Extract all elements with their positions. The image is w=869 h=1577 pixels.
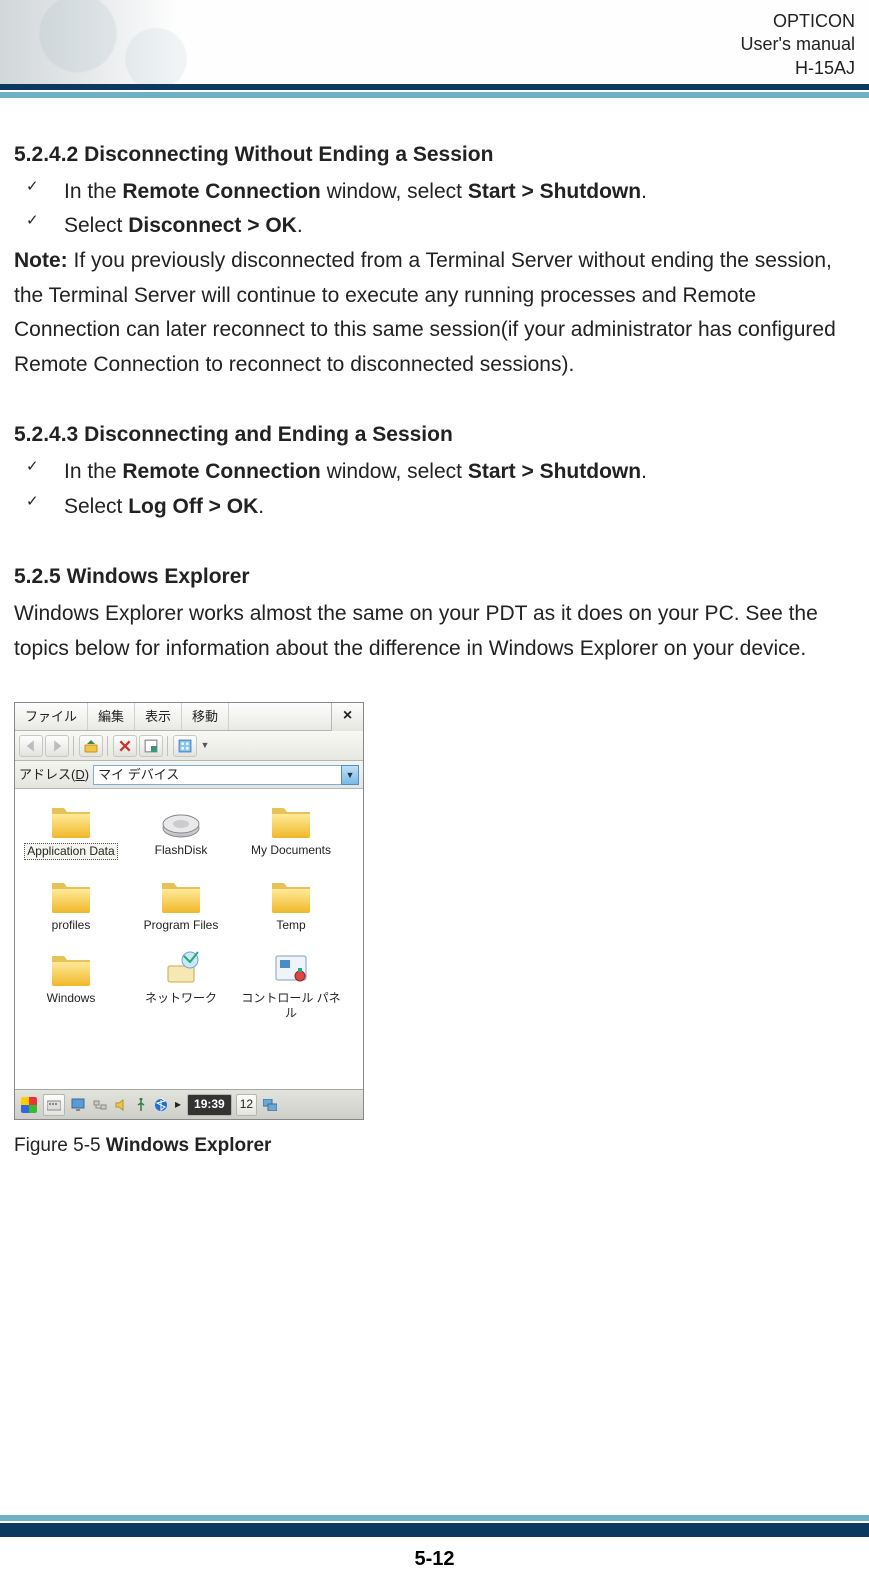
item-profiles[interactable]: profiles [21, 874, 121, 933]
header-texture [0, 0, 260, 84]
tray-desktop-icon[interactable] [261, 1094, 279, 1116]
item-windows[interactable]: Windows [21, 947, 121, 1021]
section-number: 5.2.5 [14, 565, 61, 588]
delete-button[interactable] [113, 735, 137, 757]
section-title: Disconnecting and Ending a Session [84, 423, 453, 446]
tray-network-icon[interactable] [91, 1094, 109, 1116]
section-number: 5.2.4.2 [14, 143, 78, 166]
item-application-data[interactable]: Application Data [21, 799, 121, 860]
menu-view[interactable]: 表示 [135, 703, 182, 730]
brand: OPTICON [741, 10, 855, 33]
section-5-2-5-heading: 5.2.5 Windows Explorer [14, 560, 855, 595]
properties-button[interactable] [139, 735, 163, 757]
windows-logo-icon [21, 1097, 37, 1113]
tray-arrow-icon[interactable]: ▸ [173, 1094, 183, 1116]
up-button[interactable] [79, 735, 103, 757]
figure-caption: Figure 5-5 Windows Explorer [14, 1130, 855, 1161]
menu-file[interactable]: ファイル [15, 703, 88, 730]
section-paragraph: Windows Explorer works almost the same o… [14, 597, 855, 666]
windows-explorer-screenshot: ファイル 編集 表示 移動 × ▼ アドレス(D) マイ デバイス ▼ [14, 702, 364, 1120]
forward-button[interactable] [45, 735, 69, 757]
page-number: 5-12 [0, 1548, 869, 1571]
section-5-2-4-3-heading: 5.2.4.3 Disconnecting and Ending a Sessi… [14, 418, 855, 453]
tray-monitor-icon[interactable] [69, 1094, 87, 1116]
tray-keyboard-icon[interactable] [43, 1094, 65, 1116]
list-item: In the Remote Connection window, select … [14, 175, 855, 210]
taskbar: ▸ 19:39 12 [15, 1089, 363, 1119]
view-dropdown-icon[interactable]: ▼ [199, 738, 211, 753]
folder-icon [21, 874, 121, 918]
menubar: ファイル 編集 表示 移動 × [15, 703, 363, 731]
tray-usb-icon[interactable] [133, 1094, 149, 1116]
folder-icon [21, 799, 121, 843]
header-labels: OPTICON User's manual H-15AJ [741, 10, 855, 80]
item-program-files[interactable]: Program Files [131, 874, 231, 933]
folder-icon [131, 874, 231, 918]
list-item: In the Remote Connection window, select … [14, 455, 855, 490]
list-item: Select Log Off > OK. [14, 490, 855, 525]
close-button[interactable]: × [331, 703, 363, 731]
file-area[interactable]: Application Data FlashDisk My Documents [15, 789, 363, 1089]
folder-icon [21, 947, 121, 991]
note-block: Note: If you previously disconnected fro… [14, 244, 855, 383]
note-text: If you previously disconnected from a Te… [14, 249, 836, 376]
model: H-15AJ [741, 57, 855, 80]
toolbar: ▼ [15, 731, 363, 761]
tray-bluetooth-icon[interactable] [153, 1094, 169, 1116]
page-content: 5.2.4.2 Disconnecting Without Ending a S… [0, 90, 869, 1162]
folder-icon [241, 874, 341, 918]
tray-volume-icon[interactable] [113, 1094, 129, 1116]
back-button[interactable] [19, 735, 43, 757]
control-panel-icon [241, 947, 341, 991]
start-button[interactable] [19, 1094, 39, 1116]
item-temp[interactable]: Temp [241, 874, 341, 933]
section-5-2-4-2-heading: 5.2.4.2 Disconnecting Without Ending a S… [14, 138, 855, 173]
item-control-panel[interactable]: コントロール パネル [241, 947, 341, 1021]
page-header: OPTICON User's manual H-15AJ [0, 0, 869, 90]
section-number: 5.2.4.3 [14, 423, 78, 446]
item-my-documents[interactable]: My Documents [241, 799, 341, 860]
view-button[interactable] [173, 735, 197, 757]
section-title: Windows Explorer [67, 565, 250, 588]
page-footer-band [0, 1523, 869, 1537]
section-title: Disconnecting Without Ending a Session [84, 143, 493, 166]
taskbar-date[interactable]: 12 [236, 1094, 257, 1116]
menu-go[interactable]: 移動 [182, 703, 229, 730]
network-icon [131, 947, 231, 991]
taskbar-clock[interactable]: 19:39 [187, 1094, 232, 1116]
address-field[interactable]: マイ デバイス [93, 765, 341, 785]
address-label: アドレス(D) [19, 764, 89, 785]
item-network[interactable]: ネットワーク [131, 947, 231, 1021]
disk-icon [131, 799, 231, 843]
item-flashdisk[interactable]: FlashDisk [131, 799, 231, 860]
list-item: Select Disconnect > OK. [14, 209, 855, 244]
note-label: Note: [14, 249, 68, 272]
folder-icon [241, 799, 341, 843]
address-dropdown-icon[interactable]: ▼ [341, 765, 359, 785]
doc-type: User's manual [741, 33, 855, 56]
address-bar: アドレス(D) マイ デバイス ▼ [15, 761, 363, 789]
menu-edit[interactable]: 編集 [88, 703, 135, 730]
